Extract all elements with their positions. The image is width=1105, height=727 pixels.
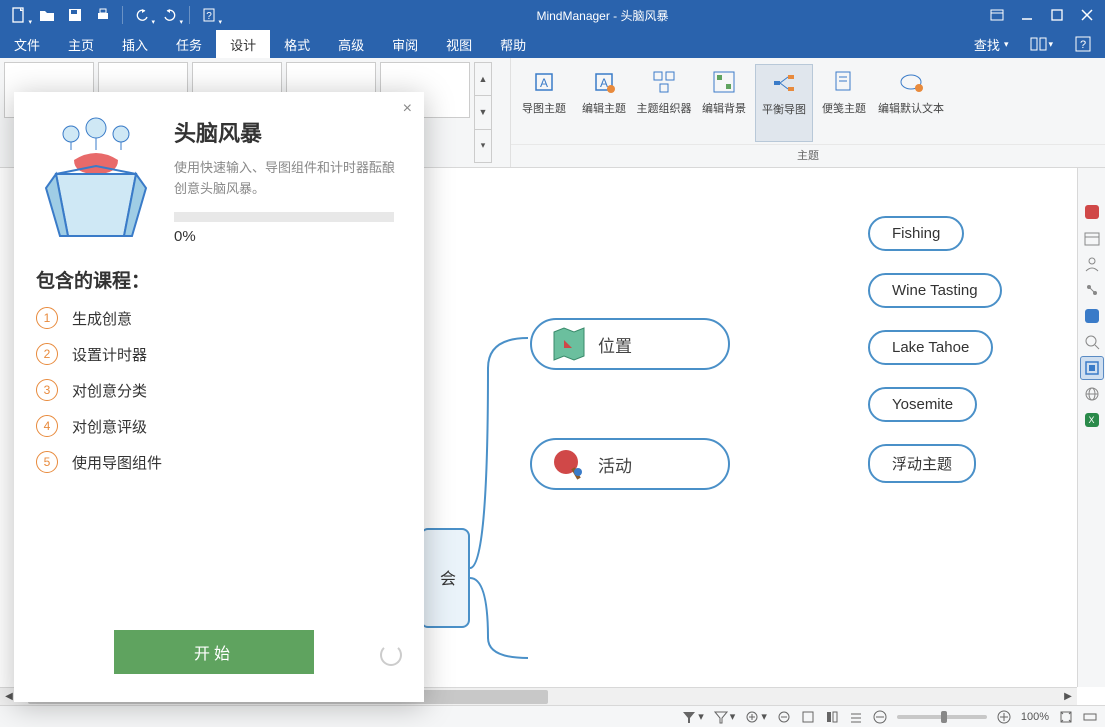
menu-bar: 文件 主页 插入 任务 设计 格式 高级 审阅 视图 帮助 查找 ▾ ▾ ? — [0, 30, 1105, 58]
title-bar: ▾ ▾ ▾ ?▾ MindManager - 头脑风暴 — [0, 0, 1105, 30]
lesson-item[interactable]: 2设置计时器 — [36, 343, 402, 365]
lesson-item[interactable]: 3对创意分类 — [36, 379, 402, 401]
ribbon-display-button[interactable] — [983, 2, 1011, 28]
lesson-list: 1生成创意 2设置计时器 3对创意分类 4对创意评级 5使用导图组件 — [36, 307, 402, 473]
dialog-title: 头脑风暴 — [174, 116, 402, 148]
menu-design[interactable]: 设计 — [216, 30, 270, 58]
help-dropdown-button[interactable]: ?▾ — [196, 2, 222, 28]
dialog-description: 使用快速输入、导图组件和计时器酝酿创意头脑风暴。 — [174, 158, 402, 200]
progress-bar — [174, 212, 394, 222]
ribbon-group-label: 主题 — [511, 144, 1105, 167]
svg-text:A: A — [600, 76, 608, 90]
pingpong-icon — [550, 446, 586, 482]
help-button[interactable]: ? — [1067, 36, 1099, 52]
window-title: MindManager - 头脑风暴 — [222, 7, 983, 24]
menu-view[interactable]: 视图 — [432, 30, 486, 58]
minimize-button[interactable] — [1013, 2, 1041, 28]
gallery-scroll: ▲ ▼ ▾ — [474, 62, 492, 163]
sidebar-excel-icon[interactable]: X — [1080, 408, 1104, 432]
tool-map-theme[interactable]: A导图主题 — [515, 64, 573, 142]
view1-icon[interactable] — [801, 710, 815, 724]
float-topic[interactable]: Fishing — [868, 216, 964, 251]
brainstorm-dialog: × 头脑风暴 使用快速输入、导图组件和计时器酝酿创意头脑风暴。 0% — [14, 92, 424, 702]
dialog-close-button[interactable]: × — [403, 100, 412, 118]
sidebar-format-icon[interactable] — [1080, 304, 1104, 328]
float-topic[interactable]: Wine Tasting — [868, 273, 1002, 308]
filter2-icon[interactable]: ▾ — [714, 710, 736, 724]
start-button[interactable]: 开始 — [114, 630, 314, 674]
menu-review[interactable]: 审阅 — [378, 30, 432, 58]
undo-button[interactable]: ▾ — [129, 2, 155, 28]
float-topic[interactable]: Yosemite — [868, 387, 977, 422]
float-topic[interactable]: 浮动主题 — [868, 444, 976, 483]
zoom-slider[interactable] — [897, 715, 987, 719]
menu-advanced[interactable]: 高级 — [324, 30, 378, 58]
float-topic[interactable]: Lake Tahoe — [868, 330, 993, 365]
sidebar-link-icon[interactable] — [1080, 278, 1104, 302]
tool-balance-map[interactable]: 平衡导图 — [755, 64, 813, 142]
status-bar: ▾ ▾ ▾ 100% — [0, 705, 1105, 727]
gallery-up-button[interactable]: ▲ — [475, 63, 491, 96]
svg-text:?: ? — [206, 11, 212, 22]
save-button[interactable] — [62, 2, 88, 28]
gallery-more-button[interactable]: ▾ — [475, 130, 491, 162]
open-file-button[interactable] — [34, 2, 60, 28]
menu-home[interactable]: 主页 — [54, 30, 108, 58]
gallery-down-button[interactable]: ▼ — [475, 96, 491, 129]
redo-button[interactable]: ▾ — [157, 2, 183, 28]
menu-format[interactable]: 格式 — [270, 30, 324, 58]
view3-icon[interactable] — [849, 710, 863, 724]
fit-width-icon[interactable] — [1083, 710, 1097, 724]
maximize-button[interactable] — [1043, 2, 1071, 28]
tool-note-theme[interactable]: 便笺主题 — [815, 64, 873, 142]
lesson-item[interactable]: 5使用导图组件 — [36, 451, 402, 473]
search-label: 查找 — [974, 35, 1000, 54]
sidebar-search-icon[interactable] — [1080, 330, 1104, 354]
svg-text:A: A — [540, 76, 548, 90]
close-button[interactable] — [1073, 2, 1101, 28]
lesson-item[interactable]: 1生成创意 — [36, 307, 402, 329]
expand-icon[interactable]: ▾ — [745, 710, 767, 724]
connector — [468, 568, 548, 668]
scroll-right-button[interactable]: ▶ — [1059, 688, 1077, 705]
progress-percent: 0% — [174, 228, 402, 245]
new-file-button[interactable]: ▾ — [6, 2, 32, 28]
zoom-out-button[interactable] — [873, 710, 887, 724]
tool-edit-default-text[interactable]: 编辑默认文本 — [875, 64, 947, 142]
print-button[interactable] — [90, 2, 116, 28]
brainstorm-illustration-icon — [36, 116, 156, 246]
map-icon — [550, 326, 586, 362]
quick-access-toolbar: ▾ ▾ ▾ ?▾ — [0, 2, 222, 28]
ribbon-options-button[interactable]: ▾ — [1022, 37, 1061, 51]
topic-location[interactable]: 位置 — [530, 318, 730, 370]
sidebar-person-icon[interactable] — [1080, 252, 1104, 276]
tool-theme-organizer[interactable]: 主题组织器 — [635, 64, 693, 142]
menu-file[interactable]: 文件 — [0, 30, 54, 58]
zoom-in-button[interactable] — [997, 710, 1011, 724]
fit-page-icon[interactable] — [1059, 710, 1073, 724]
collapse-icon[interactable] — [777, 710, 791, 724]
tool-edit-background[interactable]: 编辑背景 — [695, 64, 753, 142]
lesson-item[interactable]: 4对创意评级 — [36, 415, 402, 437]
sidebar-web-icon[interactable] — [1080, 382, 1104, 406]
search-box[interactable]: 查找 ▾ — [966, 35, 1017, 54]
sidebar-tags-icon[interactable] — [1080, 200, 1104, 224]
right-sidebar: X — [1077, 168, 1105, 687]
refresh-icon[interactable] — [380, 644, 402, 666]
central-topic[interactable]: 会 — [420, 528, 470, 628]
view2-icon[interactable] — [825, 710, 839, 724]
tool-edit-theme[interactable]: A编辑主题 — [575, 64, 633, 142]
ribbon-tools: A导图主题 A编辑主题 主题组织器 编辑背景 平衡导图 便笺主题 编辑默认文本 — [511, 58, 1105, 144]
menu-insert[interactable]: 插入 — [108, 30, 162, 58]
dialog-section-title: 包含的课程： — [36, 266, 402, 293]
zoom-value[interactable]: 100% — [1021, 711, 1049, 723]
topic-activity[interactable]: 活动 — [530, 438, 730, 490]
filter-icon[interactable]: ▾ — [682, 710, 704, 724]
sidebar-brainstorm-icon[interactable] — [1080, 356, 1104, 380]
menu-help[interactable]: 帮助 — [486, 30, 540, 58]
svg-text:?: ? — [1080, 39, 1086, 51]
window-controls — [983, 2, 1105, 28]
sidebar-calendar-icon[interactable] — [1080, 226, 1104, 250]
menu-tasks[interactable]: 任务 — [162, 30, 216, 58]
